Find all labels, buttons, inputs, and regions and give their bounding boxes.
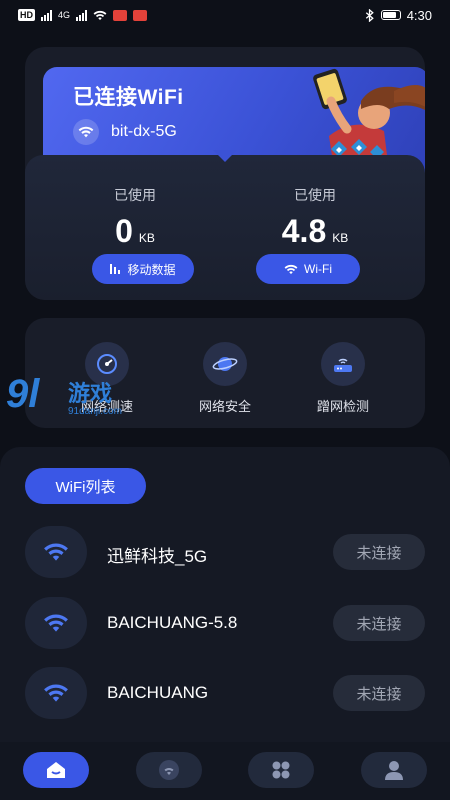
wifi-icon xyxy=(73,119,99,145)
bar-chart-icon xyxy=(110,264,121,274)
mobile-usage-value: 0 KB xyxy=(50,213,220,250)
nav-home-button[interactable] xyxy=(23,752,89,788)
banner-pointer xyxy=(213,150,237,162)
connect-status-button[interactable]: 未连接 xyxy=(333,675,425,711)
network-name: BAICHUANG-5.8 xyxy=(107,613,238,632)
watermark-url: 91danji.com xyxy=(68,406,122,417)
watermark-number: 9l xyxy=(6,372,40,416)
hd-badge: HD xyxy=(18,9,35,21)
connected-title: 已连接WiFi xyxy=(73,86,184,109)
wifi-data-label: Wi-Fi xyxy=(304,262,332,276)
wifi-icon xyxy=(25,597,87,649)
clock: 4:30 xyxy=(406,7,432,23)
bottom-nav xyxy=(0,742,450,800)
apps-icon xyxy=(272,761,290,779)
wifi-usage-unit: KB xyxy=(332,231,349,245)
app-notify-icon-2 xyxy=(133,9,148,21)
mobile-usage-number: 0 xyxy=(115,213,133,249)
wifi-usage-label: 已使用 xyxy=(294,187,336,203)
nav-wifi-button[interactable] xyxy=(136,752,202,788)
profile-icon xyxy=(385,761,403,780)
mobile-data-label: 移动数据 xyxy=(127,262,176,277)
signal-icon xyxy=(41,9,52,21)
bluetooth-icon xyxy=(365,8,374,22)
network-security-tool[interactable]: 网络安全 xyxy=(170,342,280,415)
wifi-data-button[interactable]: Wi-Fi xyxy=(256,254,360,284)
list-item[interactable]: 迅鲜科技_5G 未连接 xyxy=(25,526,425,578)
mobile-usage: 已使用 0 KB xyxy=(50,185,220,250)
list-item[interactable]: BAICHUANG 未连接 xyxy=(25,667,425,719)
wifi-usage-number: 4.8 xyxy=(281,213,327,249)
network-name: BAICHUANG xyxy=(107,683,209,702)
wifi-icon xyxy=(25,667,87,719)
leech-detect-label: 蹭网检测 xyxy=(316,399,369,414)
app-notify-icon xyxy=(113,9,128,21)
connection-card: 已连接WiFi bit-dx-5G 已使用 0 KB 已使用 4.8 KB 移动… xyxy=(25,47,425,300)
network-name: 迅鲜科技_5G xyxy=(107,547,208,566)
nav-apps-button[interactable] xyxy=(248,752,314,788)
wifi-usage: 已使用 4.8 KB xyxy=(230,185,400,250)
wifi-icon xyxy=(284,264,298,274)
network-security-label: 网络安全 xyxy=(198,399,251,414)
wifi-icon xyxy=(25,526,87,578)
wifi-list-panel: WiFi列表 迅鲜科技_5G 未连接 BAICHUANG-5.8 未连接 BAI… xyxy=(0,447,450,747)
battery-icon xyxy=(380,10,401,20)
wifi-icon xyxy=(159,760,179,780)
mobile-usage-label: 已使用 xyxy=(114,187,156,203)
watermark-logo: 9l 游戏 91danji.com xyxy=(2,372,142,432)
connect-status-button[interactable]: 未连接 xyxy=(333,534,425,570)
planet-shield-icon xyxy=(203,342,247,386)
status-left: HD 4G xyxy=(18,9,148,21)
wifi-status-icon xyxy=(93,10,107,20)
current-network: bit-dx-5G xyxy=(73,119,177,145)
network-type: 4G xyxy=(58,10,71,20)
router-icon xyxy=(321,342,365,386)
home-icon xyxy=(47,762,65,778)
list-item[interactable]: BAICHUANG-5.8 未连接 xyxy=(25,597,425,649)
nav-profile-button[interactable] xyxy=(361,752,427,788)
status-right: 4:30 xyxy=(365,8,432,23)
connect-status-button[interactable]: 未连接 xyxy=(333,605,425,641)
wifi-usage-value: 4.8 KB xyxy=(230,213,400,250)
watermark-text: 游戏 xyxy=(68,381,113,406)
wifi-list-tab[interactable]: WiFi列表 xyxy=(25,468,146,504)
mobile-usage-unit: KB xyxy=(138,231,155,245)
signal-icon-2 xyxy=(76,9,88,21)
mobile-data-button[interactable]: 移动数据 xyxy=(92,254,194,284)
leech-detect-tool[interactable]: 蹭网检测 xyxy=(288,342,398,415)
status-bar: HD 4G 4:30 xyxy=(0,0,450,30)
usage-stats: 已使用 0 KB 已使用 4.8 KB xyxy=(25,155,425,300)
ssid-label: bit-dx-5G xyxy=(111,123,177,140)
